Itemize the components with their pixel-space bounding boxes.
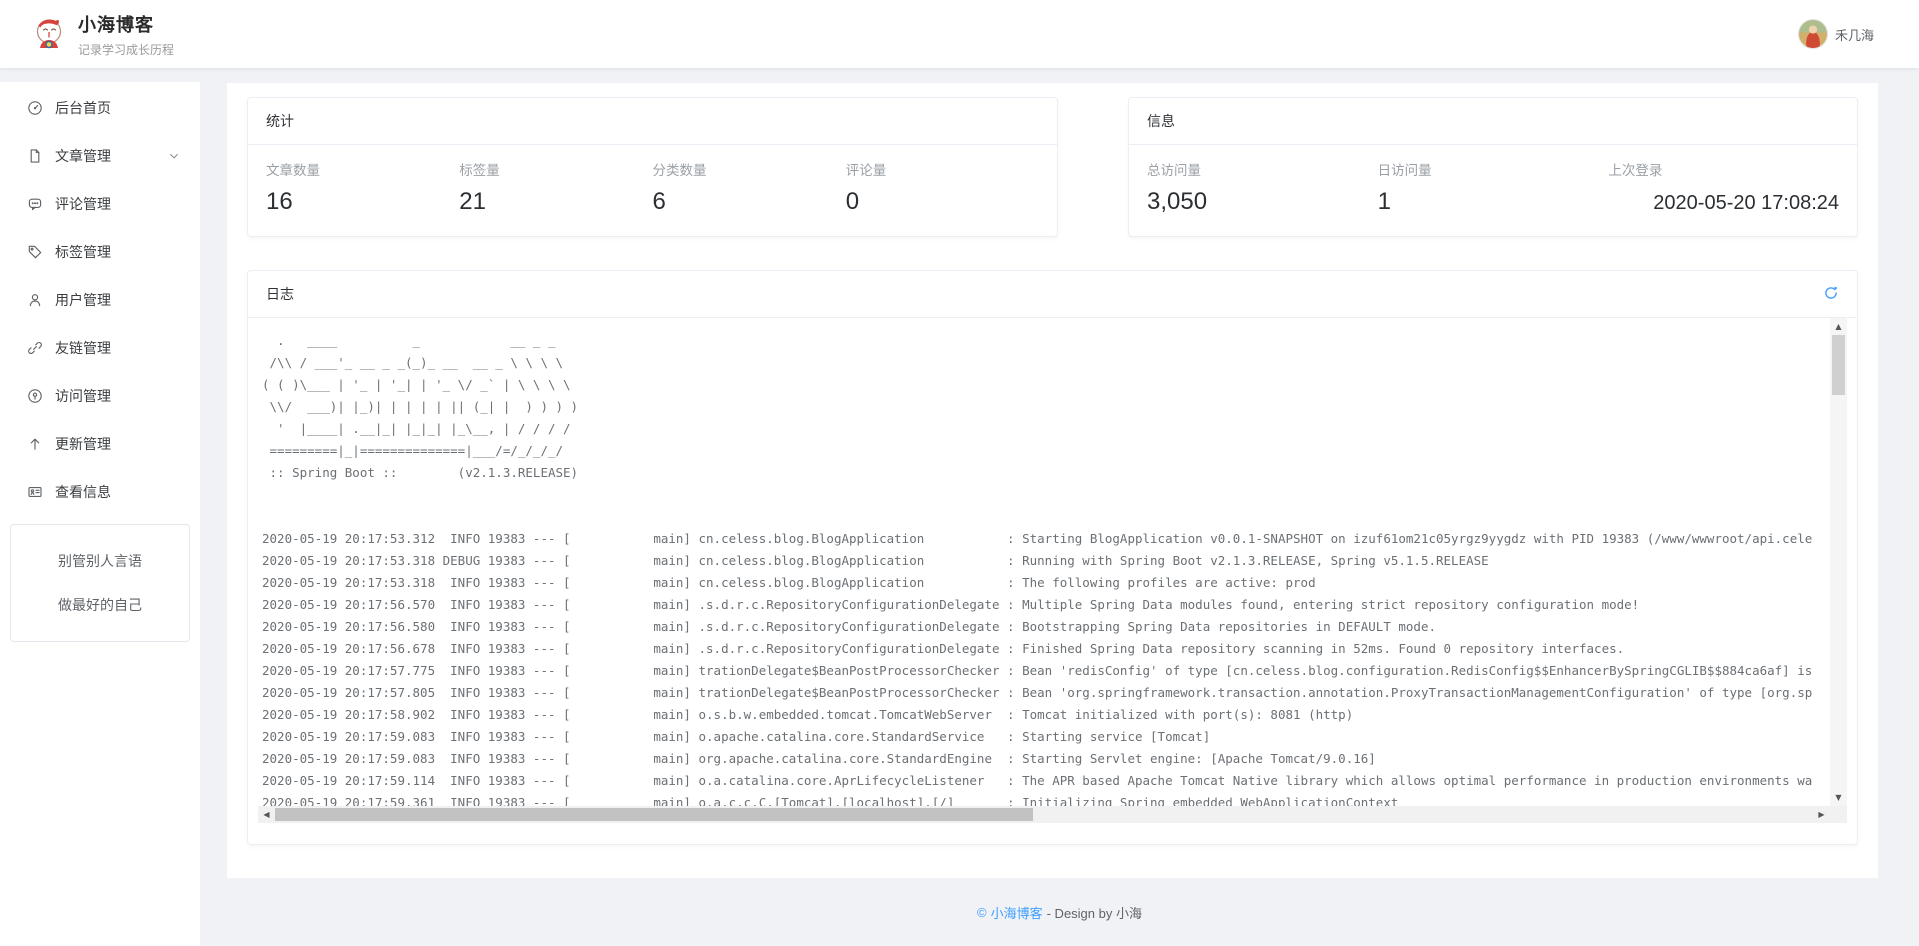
log-card-title: 日志 [266,284,294,304]
info-card: 信息 总访问量 3,050 日访问量 1 上次登录 202 [1128,97,1858,237]
sidebar-item-label: 评论管理 [55,194,111,214]
log-viewport: . ____ _ __ _ _ /\\ / ___'_ __ _ _(_)_ _… [258,318,1847,823]
scroll-right-arrow[interactable]: ▶ [1813,806,1830,823]
metric-last-login: 上次登录 2020-05-20 17:08:24 [1608,159,1839,216]
metric-category-count: 分类数量 6 [653,159,846,216]
metric-total-visits: 总访问量 3,050 [1147,159,1378,216]
sidebar-item-home[interactable]: 后台首页 [0,84,200,132]
scroll-down-arrow[interactable]: ▼ [1830,789,1847,806]
sidebar-item-updates[interactable]: 更新管理 [0,420,200,468]
location-icon [27,388,43,404]
sidebar-item-label: 访问管理 [55,386,111,406]
motto-box: 别管别人言语 做最好的自己 [10,524,190,642]
tag-icon [27,244,43,260]
user-avatar[interactable] [1798,19,1828,49]
stats-card: 统计 文章数量 16 标签量 21 分类数量 6 [247,97,1058,237]
user-icon [27,292,43,308]
scroll-up-arrow[interactable]: ▲ [1830,318,1847,335]
arrow-up-icon [27,436,43,452]
sidebar-item-users[interactable]: 用户管理 [0,276,200,324]
metric-value: 1 [1378,188,1609,216]
metric-value: 0 [846,188,1039,216]
refresh-button[interactable] [1823,285,1839,304]
vertical-scroll-thumb[interactable] [1832,335,1845,395]
metric-label: 总访问量 [1147,159,1378,179]
metric-label: 上次登录 [1608,159,1839,179]
metric-label: 评论量 [846,159,1039,179]
log-horizontal-scrollbar[interactable]: ◀ ▶ [258,806,1830,823]
sidebar-item-label: 用户管理 [55,290,111,310]
sidebar-item-label: 后台首页 [55,98,111,118]
sidebar-item-label: 标签管理 [55,242,111,262]
top-bar: 小海博客 记录学习成长历程 禾几海 [0,0,1919,68]
scroll-left-arrow[interactable]: ◀ [258,806,275,823]
horizontal-scroll-thumb[interactable] [275,808,1033,821]
sidebar-item-visits[interactable]: 访问管理 [0,372,200,420]
metric-comment-count: 评论量 0 [846,159,1039,216]
sidebar-item-label: 更新管理 [55,434,111,454]
stats-card-title: 统计 [266,111,294,131]
footer: © 小海博客 - Design by 小海 [200,878,1919,946]
footer-text: - Design by 小海 [1047,903,1142,922]
metric-value: 16 [266,188,459,216]
sidebar-item-articles[interactable]: 文章管理 [0,132,200,180]
info-card-title: 信息 [1147,111,1175,131]
comment-icon [27,196,43,212]
metric-label: 分类数量 [653,159,846,179]
footer-brand-link[interactable]: 小海博客 [991,903,1043,922]
sidebar-item-comments[interactable]: 评论管理 [0,180,200,228]
document-icon [27,148,43,164]
metric-label: 标签量 [459,159,652,179]
sidebar-item-label: 文章管理 [55,146,111,166]
sidebar: 后台首页 文章管理 评论管理 [0,82,200,946]
chevron-down-icon [168,150,180,162]
log-vertical-scrollbar[interactable]: ▲ ▼ [1830,318,1847,806]
sidebar-item-label: 查看信息 [55,482,111,502]
copyright-symbol: © [977,905,987,920]
motto-line: 别管别人言语 [58,551,142,571]
metric-label: 文章数量 [266,159,459,179]
id-card-icon [27,484,43,500]
dashboard-icon [27,100,43,116]
metric-tag-count: 标签量 21 [459,159,652,216]
sidebar-item-label: 友链管理 [55,338,111,358]
metric-daily-visits: 日访问量 1 [1378,159,1609,216]
brand[interactable]: 小海博客 记录学习成长历程 [30,11,174,58]
metric-article-count: 文章数量 16 [266,159,459,216]
log-card: 日志 . ____ _ __ _ _ /\\ / ___'_ __ _ [247,270,1858,845]
user-menu[interactable]: 禾几海 [1798,19,1874,49]
refresh-icon [1823,285,1839,304]
metric-value: 21 [459,188,652,216]
link-icon [27,340,43,356]
metric-value: 3,050 [1147,188,1378,216]
blog-mascot-logo [30,14,68,55]
metric-label: 日访问量 [1378,159,1609,179]
username: 禾几海 [1835,25,1874,44]
app-subtitle: 记录学习成长历程 [78,41,174,58]
log-output: . ____ _ __ _ _ /\\ / ___'_ __ _ _(_)_ _… [258,318,1847,806]
sidebar-item-tags[interactable]: 标签管理 [0,228,200,276]
sidebar-item-links[interactable]: 友链管理 [0,324,200,372]
scrollbar-corner [1830,806,1847,823]
app-title: 小海博客 [78,11,174,37]
sidebar-item-info[interactable]: 查看信息 [0,468,200,516]
metric-value: 2020-05-20 17:08:24 [1608,192,1839,215]
sidebar-menu: 后台首页 文章管理 评论管理 [0,82,200,516]
content-panel: 统计 文章数量 16 标签量 21 分类数量 6 [227,83,1878,878]
motto-line: 做最好的自己 [58,595,142,615]
metric-value: 6 [653,188,846,216]
